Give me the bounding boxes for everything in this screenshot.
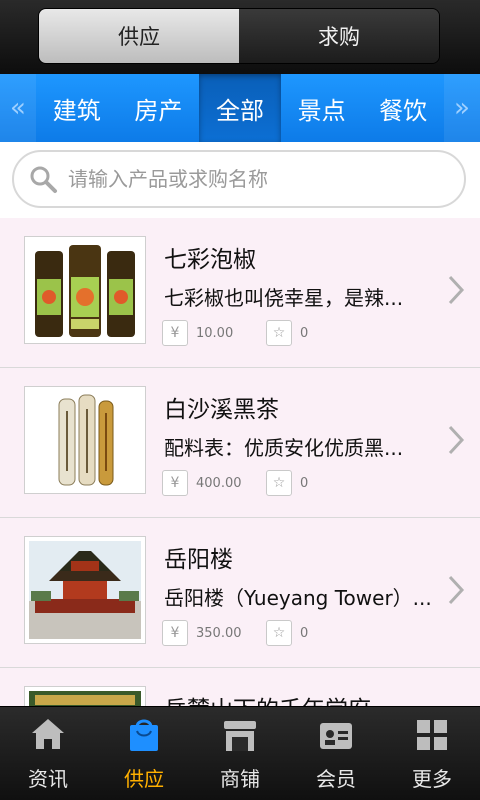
top-bar: 供应 求购 [0,0,480,74]
tab-news[interactable]: 资讯 [0,707,96,800]
product-price: 350.00 [196,625,242,641]
search-icon [28,164,58,194]
tab-shops[interactable]: 商铺 [192,707,288,800]
home-icon [28,715,68,755]
chevron-right-icon [446,423,466,457]
bottom-tab-bar: 资讯 供应 商铺 会员 更多 [0,706,480,800]
segment-supply[interactable]: 供应 [39,9,239,63]
grid-icon [412,715,452,755]
product-meta: ¥ 350.00 ☆ 0 [162,618,308,648]
product-description: 七彩椒也叫侥幸星，是辣... [164,286,404,310]
favorite-count: 0 [300,475,309,491]
chevron-right-icon [446,273,466,307]
search-box[interactable] [12,150,466,208]
favorite-count: 0 [300,325,309,341]
category-item-scenic[interactable]: 景点 [281,74,363,142]
product-meta: ¥ 10.00 ☆ 0 [162,318,308,348]
member-card-icon [316,715,356,755]
tab-supply[interactable]: 供应 [96,707,192,800]
category-item-realestate[interactable]: 房产 [118,74,200,142]
chevron-right-icon [446,573,466,607]
category-item-all[interactable]: 全部 [199,74,281,142]
supply-demand-switch: 供应 求购 [38,8,440,64]
product-image-tower [24,536,146,644]
category-list: 建筑 房产 全部 景点 餐饮 [36,74,444,142]
list-item[interactable]: 七彩泡椒 七彩椒也叫侥幸星，是辣... ¥ 10.00 ☆ 0 [0,218,480,368]
segment-demand[interactable]: 求购 [239,9,439,63]
star-icon[interactable]: ☆ [266,470,292,496]
product-image-pepper [24,236,146,344]
category-item-dining[interactable]: 餐饮 [362,74,444,142]
tab-label: 商铺 [220,767,260,791]
product-price: 400.00 [196,475,242,491]
tab-more[interactable]: 更多 [384,707,480,800]
product-description: 岳阳楼（Yueyang Tower）... [164,586,432,610]
list-item[interactable]: 岳阳楼 岳阳楼（Yueyang Tower）... ¥ 350.00 ☆ 0 [0,518,480,668]
category-prev-icon[interactable]: « [0,74,36,142]
product-meta: ¥ 400.00 ☆ 0 [162,468,308,498]
product-title: 七彩泡椒 [164,247,256,273]
product-price: 10.00 [196,325,234,341]
list-item[interactable]: 白沙溪黑茶 配料表：优质安化优质黑... ¥ 400.00 ☆ 0 [0,368,480,518]
category-bar: « 建筑 房产 全部 景点 餐饮 » [0,74,480,142]
product-title: 岳阳楼 [164,547,233,573]
search-area [0,142,480,218]
product-title: 岳麓山下的千年学府 [164,690,371,706]
list-item[interactable]: 岳麓山下的千年学府 [0,668,480,706]
tab-label: 更多 [412,767,452,791]
shopping-bag-icon [124,715,164,755]
category-next-icon[interactable]: » [444,74,480,142]
star-icon[interactable]: ☆ [266,620,292,646]
yen-icon: ¥ [162,470,188,496]
product-list: 七彩泡椒 七彩椒也叫侥幸星，是辣... ¥ 10.00 ☆ 0 白沙溪黑茶 配料… [0,218,480,706]
tab-label: 供应 [124,767,164,791]
product-description: 配料表：优质安化优质黑... [164,436,404,460]
tab-label: 资讯 [28,767,68,791]
favorite-count: 0 [300,625,309,641]
tab-label: 会员 [316,767,356,791]
yen-icon: ¥ [162,320,188,346]
tab-members[interactable]: 会员 [288,707,384,800]
product-title: 白沙溪黑茶 [164,397,279,423]
star-icon[interactable]: ☆ [266,320,292,346]
search-input[interactable] [68,167,428,191]
product-image-academy [24,686,146,706]
yen-icon: ¥ [162,620,188,646]
store-icon [220,715,260,755]
product-image-tea [24,386,146,494]
category-item-building[interactable]: 建筑 [36,74,118,142]
